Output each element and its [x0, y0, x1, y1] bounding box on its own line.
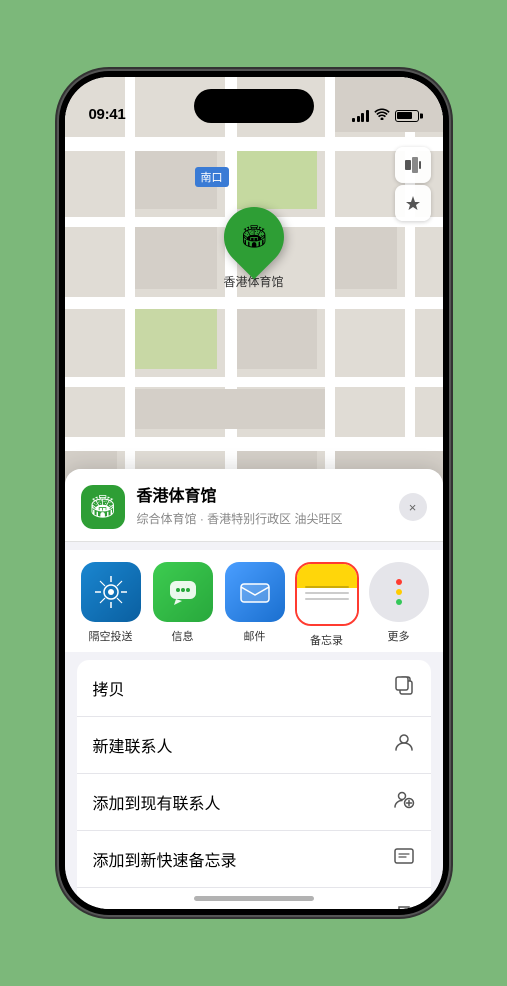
road-v3	[325, 77, 335, 507]
block8	[135, 389, 325, 429]
home-indicator	[194, 896, 314, 901]
close-button[interactable]: ×	[399, 493, 427, 521]
phone-frame: 09:41	[59, 71, 449, 915]
road-h1	[65, 137, 443, 151]
share-item-messages[interactable]: 信息	[153, 562, 213, 648]
road-v2	[225, 77, 237, 507]
block4	[335, 227, 397, 289]
action-item-copy[interactable]: 拷贝	[77, 660, 431, 717]
messages-label: 信息	[172, 628, 194, 644]
road-h3	[65, 297, 443, 309]
action-item-add-note[interactable]: 添加到新快速备忘录	[77, 831, 431, 888]
action-add-contact-label: 添加到现有联系人	[93, 790, 221, 814]
print-icon	[393, 902, 415, 909]
action-add-note-label: 添加到新快速备忘录	[93, 847, 237, 871]
messages-icon	[153, 562, 213, 622]
pin-circle: 🏟	[211, 195, 296, 280]
add-contact-icon	[393, 788, 415, 816]
location-button[interactable]	[395, 185, 431, 221]
signal-bar-4	[366, 110, 369, 122]
share-item-mail[interactable]: 邮件	[225, 562, 285, 648]
pin-icon: 🏟	[240, 224, 268, 250]
more-dot-red	[396, 579, 402, 585]
map-type-button[interactable]	[395, 147, 431, 183]
venue-icon: 🏟	[81, 485, 125, 529]
venue-name: 香港体育馆	[137, 487, 399, 508]
notes-label: 备忘录	[310, 632, 343, 648]
road-h5	[65, 437, 443, 451]
battery-fill	[397, 112, 412, 119]
action-new-contact-label: 新建联系人	[93, 733, 173, 757]
new-contact-icon	[393, 731, 415, 759]
venue-description: 综合体育馆 · 香港特别行政区 油尖旺区	[137, 510, 399, 527]
signal-bar-1	[352, 118, 355, 122]
action-item-add-contact[interactable]: 添加到现有联系人	[77, 774, 431, 831]
signal-bar-2	[357, 116, 360, 122]
status-icons	[352, 108, 419, 123]
share-item-more[interactable]: 更多	[369, 562, 429, 648]
signal-bars	[352, 110, 369, 122]
block2	[237, 151, 317, 209]
airdrop-label: 隔空投送	[89, 628, 133, 644]
notes-line-2	[305, 592, 349, 594]
share-item-notes[interactable]: 备忘录	[297, 562, 357, 648]
status-time: 09:41	[89, 106, 126, 123]
share-item-airdrop[interactable]: 隔空投送	[81, 562, 141, 648]
venue-header: 🏟 香港体育馆 综合体育馆 · 香港特别行政区 油尖旺区 ×	[65, 469, 443, 542]
airdrop-icon	[81, 562, 141, 622]
notes-line-3	[305, 598, 349, 600]
share-actions: 隔空投送 信息	[65, 550, 443, 652]
mail-label: 邮件	[244, 628, 266, 644]
block3	[135, 227, 217, 289]
share-scroll: 隔空投送 信息	[65, 562, 443, 648]
phone-screen: 09:41	[65, 77, 443, 909]
block5	[237, 309, 317, 369]
map-entrance-label: 南口	[195, 167, 229, 187]
bottom-sheet: 🏟 香港体育馆 综合体育馆 · 香港特别行政区 油尖旺区 ×	[65, 469, 443, 909]
wifi-icon	[374, 108, 390, 123]
more-label: 更多	[388, 628, 410, 644]
road-v4	[405, 77, 415, 507]
more-dot-yellow	[396, 589, 402, 595]
copy-icon	[393, 674, 415, 702]
map-background	[65, 77, 443, 507]
signal-bar-3	[361, 113, 364, 122]
block7	[135, 309, 217, 369]
road-v1	[125, 77, 135, 507]
action-item-new-contact[interactable]: 新建联系人	[77, 717, 431, 774]
action-list: 拷贝 新建联系人	[77, 660, 431, 909]
more-icon	[369, 562, 429, 622]
map-controls	[395, 147, 431, 221]
venue-info: 香港体育馆 综合体育馆 · 香港特别行政区 油尖旺区	[137, 487, 399, 527]
action-copy-label: 拷贝	[93, 676, 125, 700]
add-note-icon	[393, 845, 415, 873]
road-h4	[65, 377, 443, 387]
mail-icon	[225, 562, 285, 622]
map-pin: 🏟 香港体育馆	[223, 207, 283, 290]
map-area[interactable]: 南口 🏟 香港体育馆	[65, 77, 443, 507]
notes-line-1	[305, 586, 349, 588]
battery-icon	[395, 110, 419, 122]
notes-icon	[297, 564, 357, 624]
more-dot-green	[396, 599, 402, 605]
action-print-label: 打印	[93, 904, 125, 909]
dynamic-island	[194, 89, 314, 123]
